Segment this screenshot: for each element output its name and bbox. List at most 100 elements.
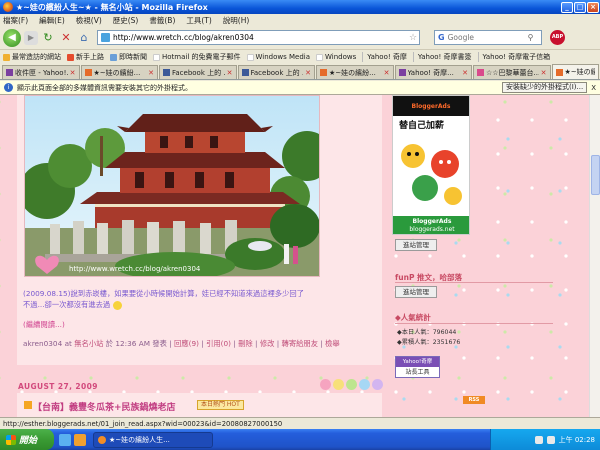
rss-button[interactable]: RSS <box>463 396 485 404</box>
caption-line-2: 不過...卻一次都沒有進去過 <box>23 300 111 309</box>
firefox-launch-icon[interactable] <box>74 433 86 446</box>
browser-tab[interactable]: ☆☆巴黎華蕾台... ✕ <box>473 65 551 79</box>
bookmark-item[interactable]: 最常造訪的網站 <box>3 52 61 62</box>
ie-icon[interactable] <box>59 433 71 446</box>
close-button[interactable]: × <box>587 1 599 13</box>
next-post-header: 【台南】義豐冬瓜茶+民族鍋燒老店 本日熱門 HOT <box>17 393 382 417</box>
close-tab-icon[interactable]: ✕ <box>384 69 390 77</box>
menu-history[interactable]: 歷史(S) <box>113 15 139 26</box>
bookmark-icon <box>246 53 254 61</box>
windows-taskbar: 開始 ★~娃の繽紛人生... 上午 02:28 <box>0 429 600 450</box>
navigation-toolbar: ◀ ▶ ↻ ✕ ⌂ ☆ G ⚲ ABP <box>0 26 600 50</box>
menu-bookmarks[interactable]: 書籤(B) <box>149 15 175 26</box>
back-button[interactable]: ◀ <box>3 28 21 47</box>
bookmark-item[interactable]: Windows <box>316 53 356 61</box>
tab-favicon <box>163 69 170 76</box>
delete-link[interactable]: 刪除 <box>238 339 253 348</box>
search-icon[interactable]: ⚲ <box>528 33 534 42</box>
system-tray: 上午 02:28 <box>490 429 600 450</box>
menu-edit[interactable]: 編輯(E) <box>39 15 65 26</box>
dot-icon <box>372 379 383 390</box>
google-icon: G <box>438 33 445 42</box>
address-bar[interactable]: ☆ <box>97 30 420 45</box>
manage-button-2[interactable]: 進站管理 <box>395 286 437 298</box>
next-post-title[interactable]: 【台南】義豐冬瓜茶+民族鍋燒老店 <box>33 400 176 413</box>
bookmark-item[interactable]: Hotmail 的免費電子郵件 <box>153 52 241 62</box>
start-button[interactable]: 開始 <box>0 429 54 450</box>
quick-launch <box>59 433 89 446</box>
tab-favicon <box>6 69 13 76</box>
post-site-link[interactable]: 無名小站 <box>74 339 103 348</box>
stats-today: ◆本日人氣：796044 <box>397 329 457 336</box>
vertical-scrollbar[interactable] <box>589 95 600 417</box>
bookmark-star-icon[interactable]: ☆ <box>407 33 419 43</box>
taskbar-firefox-window[interactable]: ★~娃の繽紛人生... <box>93 431 213 448</box>
notification-message: 顯示此頁面全部的多媒體資訊需要安裝其它的外掛程式。 <box>17 83 192 92</box>
edit-link[interactable]: 修改 <box>260 339 275 348</box>
post-date: AUGUST 27, 2009 <box>18 382 98 391</box>
smiley-icon <box>112 300 122 310</box>
yahoo-webmaster-badge[interactable]: Yahoo!奇摩 站長工具 <box>395 356 440 378</box>
title-bar: ★~娃の繽紛人生~★ - 無名小站 - Mozilla Firefox _ □ … <box>0 0 600 14</box>
tray-icon[interactable] <box>534 435 543 444</box>
blog-post: http://www.wretch.cc/blog/akren0304 (200… <box>17 95 382 365</box>
bookmark-item[interactable]: Yahoo! 奇摩書簽 <box>412 52 472 62</box>
close-notification-icon[interactable]: X <box>591 84 596 92</box>
bookmark-item[interactable]: 新手上路 <box>67 52 104 62</box>
post-author[interactable]: akren0304 <box>23 339 62 348</box>
reload-icon[interactable]: ↻ <box>41 31 55 45</box>
browser-tab[interactable]: Facebook 上的 ... ✕ <box>237 65 315 79</box>
firefox-icon <box>3 2 13 12</box>
bookmark-item[interactable]: Yahoo! 奇摩電子信箱 <box>477 52 550 62</box>
scrollbar-thumb[interactable] <box>591 155 600 195</box>
forward-button[interactable]: ▶ <box>24 30 38 45</box>
install-plugins-button[interactable]: 安裝缺少的外掛程式(I)... <box>502 82 588 93</box>
search-box[interactable]: G ⚲ <box>434 30 542 45</box>
bookmark-item[interactable]: Yahoo! 奇摩 <box>362 52 407 62</box>
hot-badge: 本日熱門 HOT <box>197 400 244 410</box>
dot-icon <box>320 379 331 390</box>
menu-file[interactable]: 檔案(F) <box>3 15 28 26</box>
bookmark-item[interactable]: Windows Media <box>246 53 310 61</box>
close-tab-icon[interactable]: ✕ <box>70 69 76 77</box>
trackback-link[interactable]: 引用(0) <box>206 339 231 348</box>
browser-tab[interactable]: Yahoo! 奇摩... ✕ <box>394 65 472 79</box>
post-meta: akren0304 at 無名小站 於 12:36 AM 發表 | 回應(9) … <box>23 339 340 348</box>
bookmark-item[interactable]: 即時新聞 <box>110 52 147 62</box>
site-favicon <box>101 33 110 42</box>
tab-favicon <box>398 69 406 76</box>
browser-tab[interactable]: ★~娃の繽紛... ✕ <box>316 65 394 79</box>
menu-view[interactable]: 檢視(V) <box>76 15 102 26</box>
close-tab-icon[interactable]: ✕ <box>541 69 547 77</box>
search-input[interactable] <box>447 33 528 42</box>
comments-link[interactable]: 回應(9) <box>174 339 199 348</box>
maximize-button[interactable]: □ <box>574 1 586 13</box>
minimize-button[interactable]: _ <box>561 1 573 13</box>
url-input[interactable] <box>113 33 407 42</box>
browser-tab[interactable]: ★~娃の繽紛... ✕ <box>80 65 158 79</box>
ad-header: BloggerAds <box>393 96 469 116</box>
tray-icon[interactable] <box>546 435 555 444</box>
bookmark-icon <box>110 53 117 61</box>
window-title: ★~娃の繽紛人生~★ - 無名小站 - Mozilla Firefox <box>16 2 208 12</box>
close-tab-icon[interactable]: ✕ <box>305 69 311 77</box>
tab-favicon <box>477 69 484 76</box>
tab-favicon <box>555 68 563 76</box>
home-icon[interactable]: ⌂ <box>77 31 91 45</box>
report-link[interactable]: 檢舉 <box>325 339 340 348</box>
menu-help[interactable]: 說明(H) <box>223 15 250 26</box>
close-tab-icon[interactable]: ✕ <box>462 69 468 77</box>
browser-tab[interactable]: Facebook 上的 ... ✕ <box>159 65 237 79</box>
bloggerads-banner[interactable]: BloggerAds 替自己加薪 BloggerAds bloggerads.ne… <box>392 95 470 235</box>
manage-button-1[interactable]: 進站管理 <box>395 239 437 251</box>
read-more-link[interactable]: (繼續閱讀...) <box>23 320 65 330</box>
adblock-button[interactable]: ABP <box>550 30 565 45</box>
stop-icon[interactable]: ✕ <box>59 31 73 45</box>
close-tab-icon[interactable]: ✕ <box>148 69 154 77</box>
close-tab-icon[interactable]: ✕ <box>227 69 233 77</box>
dot-icon <box>346 379 357 390</box>
browser-tab[interactable]: 收件匣 - Yahoo!... ✕ <box>2 65 80 79</box>
forward-link[interactable]: 轉寄給朋友 <box>282 339 318 348</box>
menu-tools[interactable]: 工具(T) <box>186 15 211 26</box>
browser-tab-active[interactable]: ★~娃の繽紛... <box>551 64 599 79</box>
